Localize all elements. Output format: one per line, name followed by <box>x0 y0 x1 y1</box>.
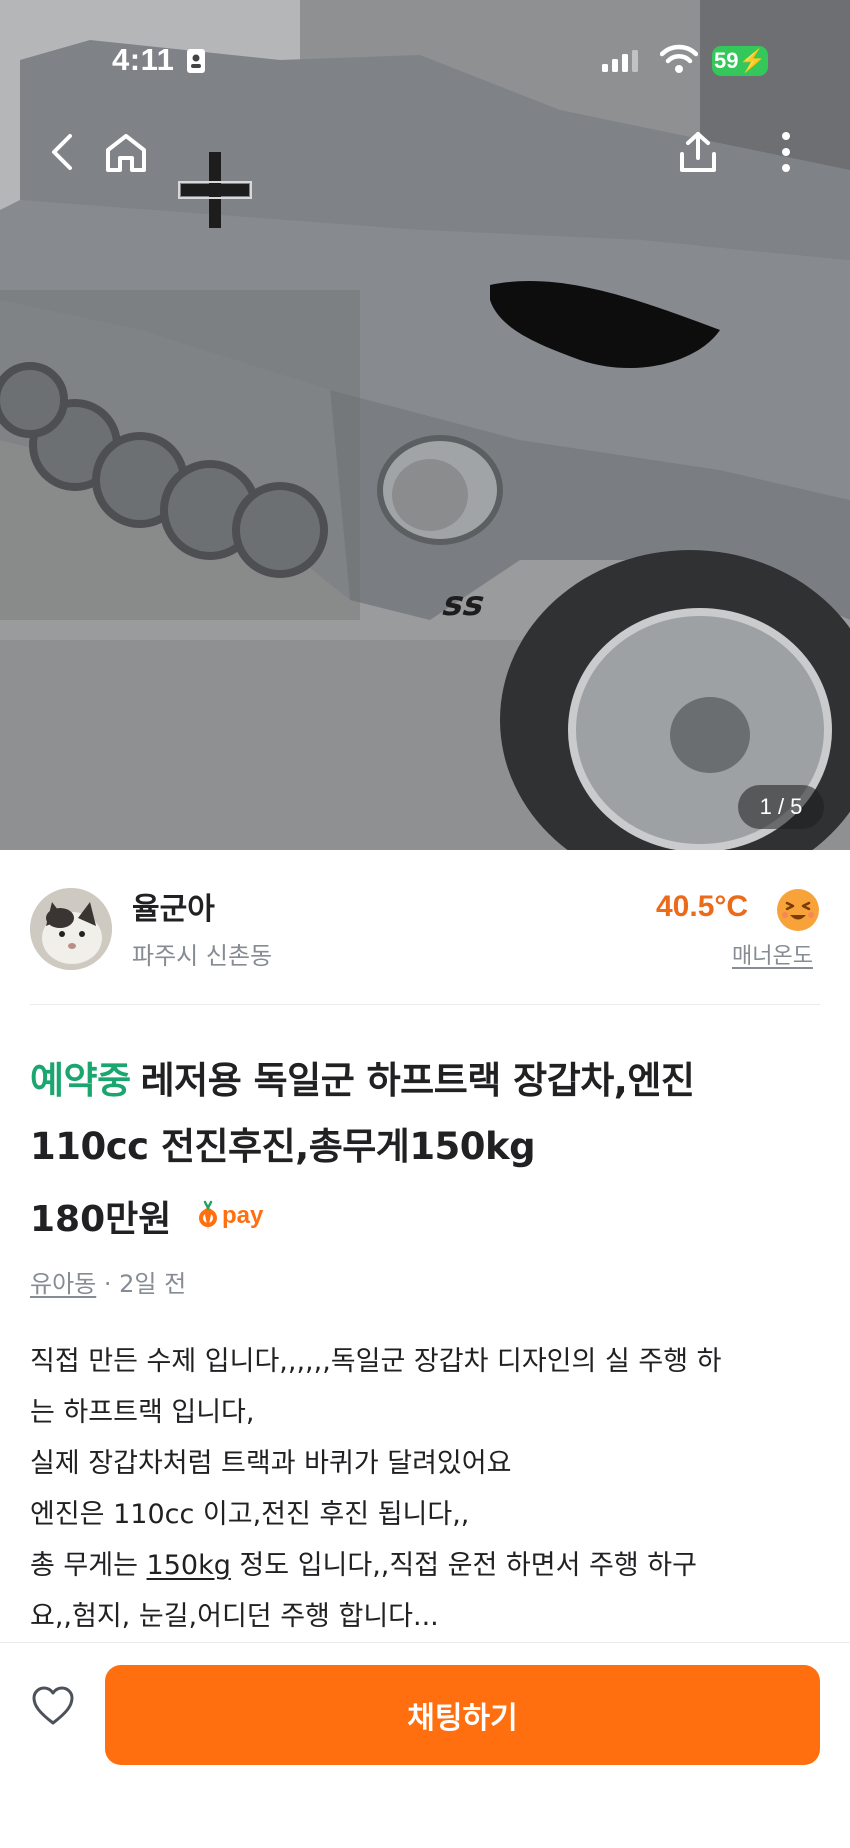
description-line: 는 하프트랙 입니다, <box>30 1397 255 1428</box>
wifi-icon <box>660 44 698 73</box>
signal-icon <box>602 50 638 72</box>
listing-title: 예약중 레저용 독일군 하프트랙 장갑차,엔진 110cc 전진후진,총무게150… <box>30 1048 820 1180</box>
description-line: 실제 장갑차처럼 트랙과 바퀴가 달려있어요 <box>30 1448 512 1479</box>
home-icon[interactable] <box>102 128 150 176</box>
carrot-pay-badge: pay <box>199 1200 264 1229</box>
description-line: 총 무게는 150kg 정도 입니다,,직접 운전 하면서 주행 하구 <box>30 1540 820 1591</box>
status-bar: 4:11 59⚡ <box>0 0 850 120</box>
heart-icon[interactable] <box>30 1683 76 1729</box>
title-line-2: 110cc 전진후진,총무게150kg <box>30 1125 536 1168</box>
status-badge: 예약중 <box>30 1059 131 1102</box>
weight-link[interactable]: 150kg <box>147 1550 231 1581</box>
battery-indicator: 59⚡ <box>712 46 768 76</box>
share-icon[interactable] <box>674 128 722 176</box>
seller-profile[interactable]: 율군아 파주시 신촌동 40.5°C 매너온도 <box>0 850 850 1005</box>
status-time: 4:11 <box>112 42 175 77</box>
category-link[interactable]: 유아동 <box>30 1270 96 1298</box>
manner-temperature: 40.5°C <box>656 890 749 923</box>
posted-time: 2일 전 <box>119 1270 187 1298</box>
manner-temperature-label[interactable]: 매너온도 <box>732 938 813 970</box>
description-text: 정도 입니다,,직접 운전 하면서 주행 하구 <box>230 1550 697 1581</box>
listing-description: 직접 만든 수제 입니다,,,,,,독일군 장갑차 디자인의 실 주행 하 는 … <box>30 1336 820 1642</box>
description-line: 직접 만든 수제 입니다,,,,,,독일군 장갑차 디자인의 실 주행 하 <box>30 1346 722 1377</box>
chat-button[interactable]: 채팅하기 <box>105 1665 820 1765</box>
title-line-1: 레저용 독일군 하프트랙 장갑차,엔진 <box>140 1059 695 1102</box>
back-icon[interactable] <box>40 128 88 176</box>
smile-face-icon <box>777 889 819 931</box>
description-text: 총 무게는 <box>30 1550 147 1581</box>
avatar[interactable] <box>30 888 112 970</box>
product-photo[interactable]: ss 4:11 59⚡ 1 / 5 <box>0 0 850 850</box>
photo-counter: 1 / 5 <box>738 785 824 829</box>
description-line: 요,,험지, 눈길,어디던 주행 합니다... <box>30 1601 439 1632</box>
id-card-icon <box>187 49 205 73</box>
seller-location: 파주시 신촌동 <box>132 942 273 970</box>
more-icon[interactable] <box>762 128 810 176</box>
meta-separator: · <box>96 1270 120 1298</box>
divider <box>30 1004 820 1005</box>
price: 180만원 <box>30 1199 172 1240</box>
listing-meta: 유아동 · 2일 전 <box>30 1264 186 1299</box>
description-line: 엔진은 110cc 이고,전진 후진 됩니다,, <box>30 1499 470 1530</box>
seller-name[interactable]: 율군아 <box>132 884 215 928</box>
pay-label: pay <box>222 1202 264 1229</box>
carrot-icon <box>199 1200 217 1229</box>
bottom-action-bar: 채팅하기 <box>0 1642 850 1848</box>
cat-avatar-image <box>30 888 112 970</box>
battery-level: 59 <box>714 48 739 73</box>
